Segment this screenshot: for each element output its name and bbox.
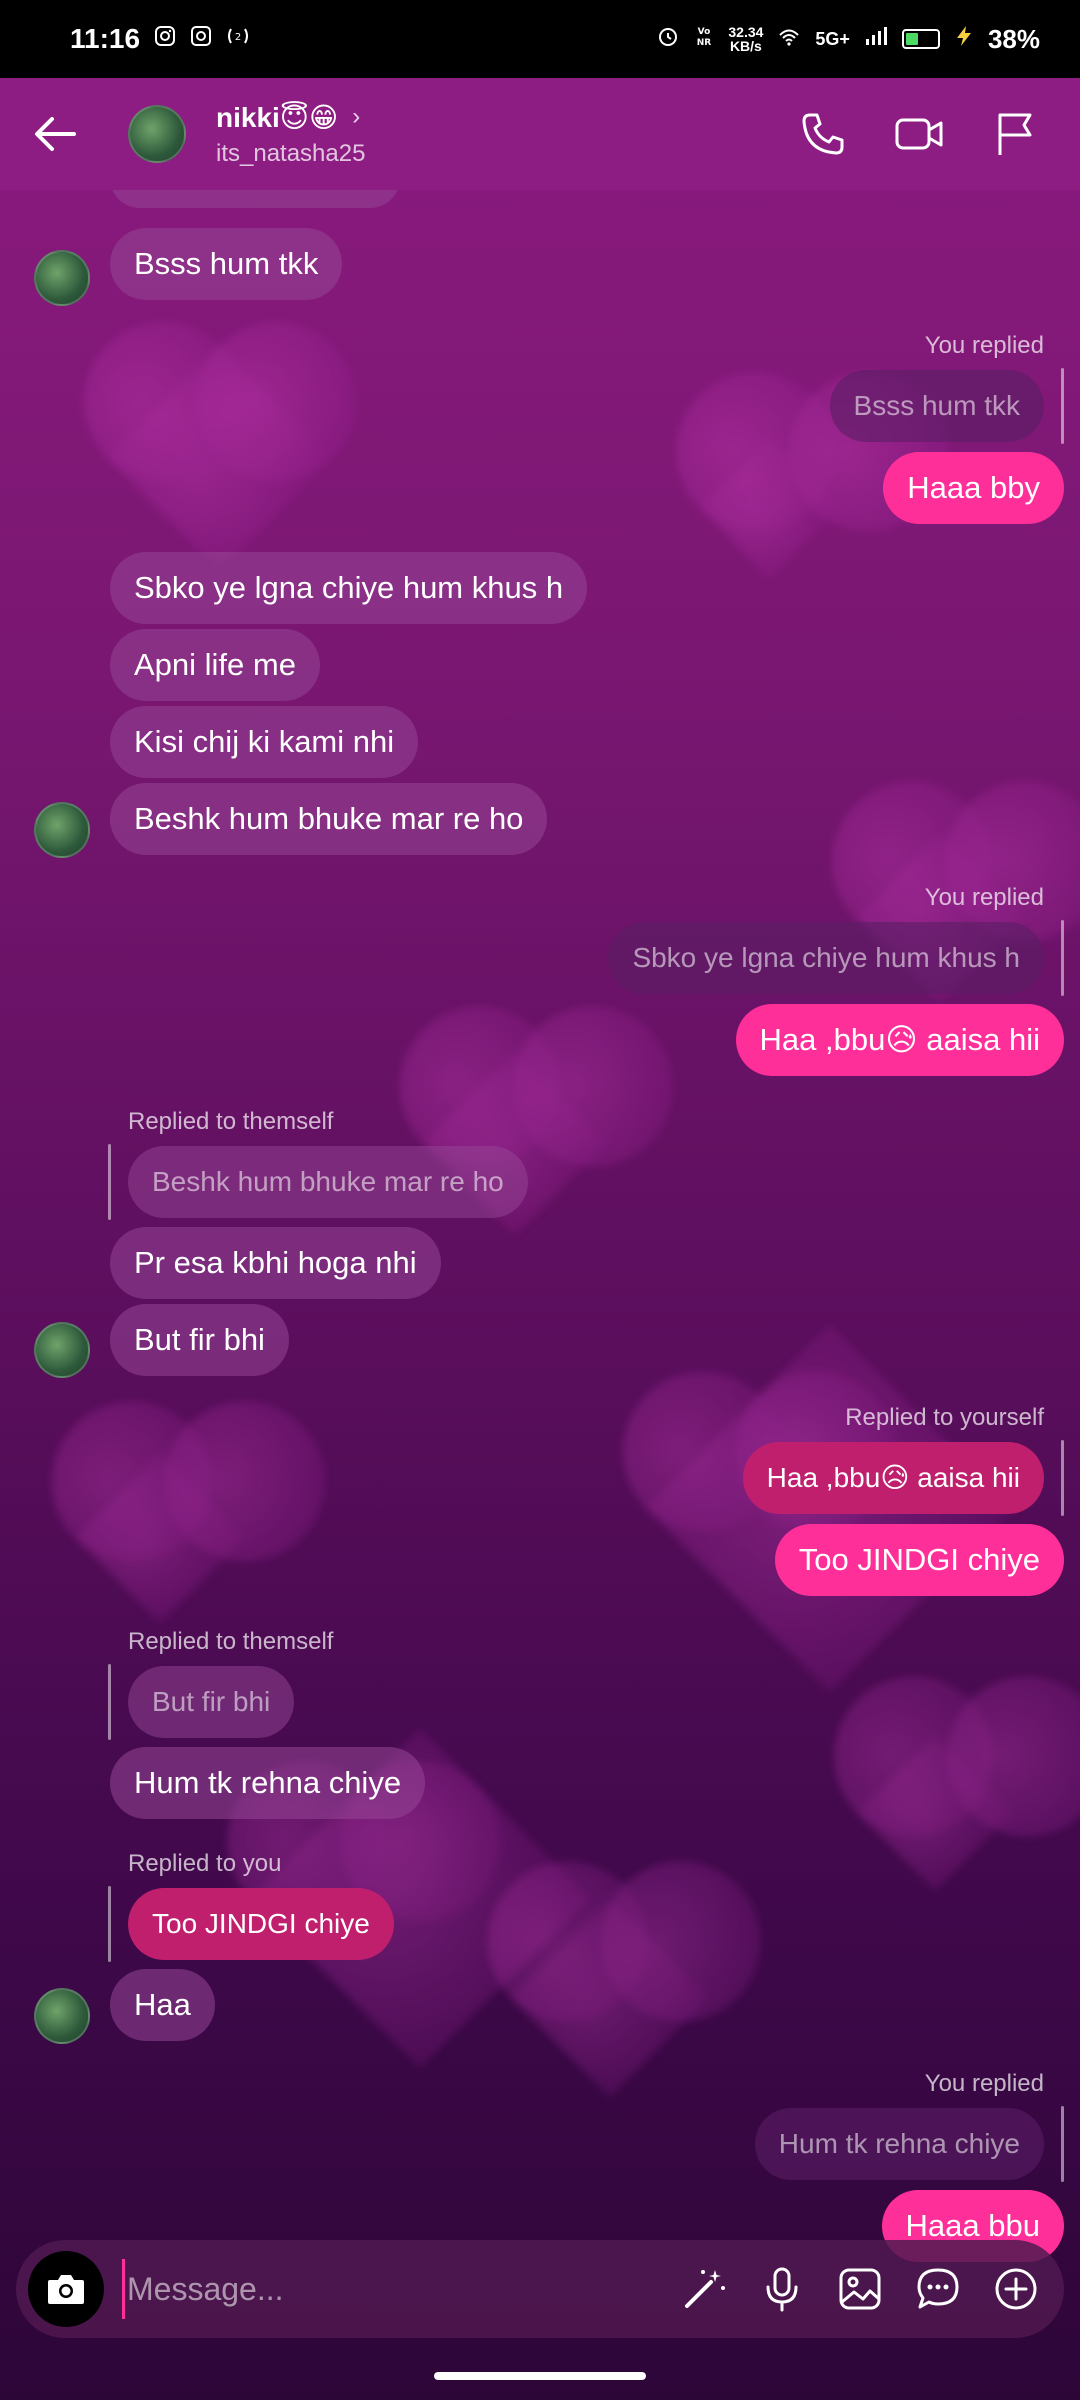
reply-bar xyxy=(1061,2106,1064,2182)
message-avatar xyxy=(34,250,90,306)
svg-text:Vo: Vo xyxy=(698,27,711,37)
message-list[interactable]: Bsss hum tkk You replied Bsss hum tkk Ha… xyxy=(0,78,1080,2262)
reply-label: You replied xyxy=(924,884,1044,911)
video-call-button[interactable] xyxy=(890,105,948,163)
reply-label: Replied to themself xyxy=(128,1108,334,1135)
header-name-row: nikki😇😁 › xyxy=(216,101,365,134)
message-bubble[interactable]: Beshk hum bhuke mar re ho xyxy=(110,783,548,855)
message-avatar xyxy=(34,1322,90,1378)
reply-label: Replied to you xyxy=(128,1850,282,1877)
header-profile[interactable]: nikki😇😁 › its_natasha25 xyxy=(216,101,365,168)
message-bubble[interactable]: Apni life me xyxy=(110,629,320,701)
svg-text:NR: NR xyxy=(697,38,712,48)
status-bar: 11:16 2 Vo NR 32.34 KB/s 5G+ 38% xyxy=(0,0,1080,78)
voice-button[interactable] xyxy=(758,2265,806,2313)
instagram-icon xyxy=(154,25,176,53)
battery-fill xyxy=(905,33,918,45)
message-bubble[interactable]: Pr esa kbhi hoga nhi xyxy=(110,1227,441,1299)
more-button[interactable] xyxy=(992,2265,1040,2313)
charging-icon xyxy=(954,25,974,53)
reply-preview-bubble[interactable]: Beshk hum bhuke mar re ho xyxy=(128,1146,528,1218)
status-right: Vo NR 32.34 KB/s 5G+ 38% xyxy=(656,24,1040,55)
reply-label: Replied to themself xyxy=(128,1628,334,1655)
video-camera-icon xyxy=(895,118,943,150)
message-composer xyxy=(16,2240,1064,2338)
back-arrow-icon xyxy=(35,117,76,151)
message-bubble[interactable]: Hum tk rehna chiye xyxy=(110,1747,426,1819)
sender-avatar xyxy=(34,802,90,858)
battery-icon xyxy=(901,29,940,49)
sender-avatar xyxy=(34,1322,90,1378)
message-input[interactable] xyxy=(122,2259,642,2319)
reply-label: You replied xyxy=(924,332,1044,359)
battery-percent: 38% xyxy=(987,23,1040,54)
wifi-icon xyxy=(777,25,801,53)
message-bubble[interactable]: Bsss hum tkk xyxy=(110,228,343,300)
hotspot-icon: 2 xyxy=(226,25,250,53)
header-actions xyxy=(794,105,1080,163)
flag-icon xyxy=(998,113,1032,155)
call-button[interactable] xyxy=(794,105,852,163)
message-bubble[interactable]: Haa xyxy=(110,1969,215,2041)
sender-avatar xyxy=(34,250,90,306)
reply-label: Replied to yourself xyxy=(845,1404,1044,1431)
app-notification-icon xyxy=(190,25,212,53)
alarm-icon xyxy=(656,24,680,54)
back-button[interactable] xyxy=(0,78,110,190)
reply-preview-bubble[interactable]: But fir bhi xyxy=(128,1666,295,1738)
reply-preview-bubble[interactable]: Bsss hum tkk xyxy=(829,370,1044,442)
reply-bar xyxy=(1061,920,1064,996)
chevron-right-icon: › xyxy=(352,103,361,130)
sticker-button[interactable] xyxy=(914,2265,962,2313)
message-bubble[interactable]: Sbko ye lgna chiye hum khus h xyxy=(110,552,588,624)
speed-unit: KB/s xyxy=(729,38,762,54)
message-avatar xyxy=(34,1988,90,2044)
status-left: 11:16 2 xyxy=(70,23,250,55)
header-avatar[interactable] xyxy=(128,105,186,163)
report-button[interactable] xyxy=(986,105,1044,163)
chat-header: nikki😇😁 › its_natasha25 xyxy=(0,78,1080,190)
contact-username: its_natasha25 xyxy=(216,139,366,167)
reply-preview-bubble[interactable]: Too JINDGI chiye xyxy=(128,1888,394,1960)
svg-text:2: 2 xyxy=(235,32,241,43)
reply-bar xyxy=(108,1144,111,1220)
sender-avatar xyxy=(34,1988,90,2044)
chat-sticker-icon xyxy=(917,2268,959,2309)
message-bubble[interactable]: Haa ,bbu😥 aaisa hii xyxy=(735,1004,1064,1076)
message-bubble[interactable]: Haaa bby xyxy=(883,452,1064,524)
plus-circle-icon xyxy=(995,2268,1037,2310)
reply-preview-bubble[interactable]: Hum tk rehna chiye xyxy=(754,2108,1044,2180)
reply-bar xyxy=(108,1664,111,1740)
magic-button[interactable] xyxy=(680,2265,728,2313)
reply-bar xyxy=(108,1886,111,1962)
reply-bar xyxy=(1061,368,1064,444)
reply-label: You replied xyxy=(924,2070,1044,2097)
message-avatar xyxy=(34,802,90,858)
composer-actions xyxy=(680,2265,1064,2313)
camera-button[interactable] xyxy=(28,2251,104,2327)
volte-icon: Vo NR xyxy=(694,24,714,54)
reply-preview-bubble[interactable]: Sbko ye lgna chiye hum khus h xyxy=(608,922,1044,994)
camera-icon xyxy=(48,2275,84,2304)
message-bubble[interactable]: Kisi chij ki kami nhi xyxy=(110,706,419,778)
home-indicator[interactable] xyxy=(434,2372,646,2380)
contact-name: nikki😇😁 xyxy=(216,101,339,133)
signal-icon xyxy=(864,25,888,53)
status-time: 11:16 xyxy=(70,23,141,54)
message-bubble[interactable]: Too JINDGI chiye xyxy=(774,1524,1064,1596)
gallery-icon xyxy=(839,2268,881,2310)
message-bubble[interactable]: But fir bhi xyxy=(110,1304,289,1376)
reply-preview-bubble[interactable]: Haa ,bbu😥 aaisa hii xyxy=(742,1442,1044,1514)
microphone-icon xyxy=(766,2267,798,2312)
magic-wand-icon xyxy=(685,2270,725,2308)
gallery-button[interactable] xyxy=(836,2265,884,2313)
network-speed: 32.34 KB/s xyxy=(728,25,763,53)
reply-bar xyxy=(1061,1440,1064,1516)
phone-icon xyxy=(802,113,844,155)
network-type: 5G+ xyxy=(815,28,850,49)
